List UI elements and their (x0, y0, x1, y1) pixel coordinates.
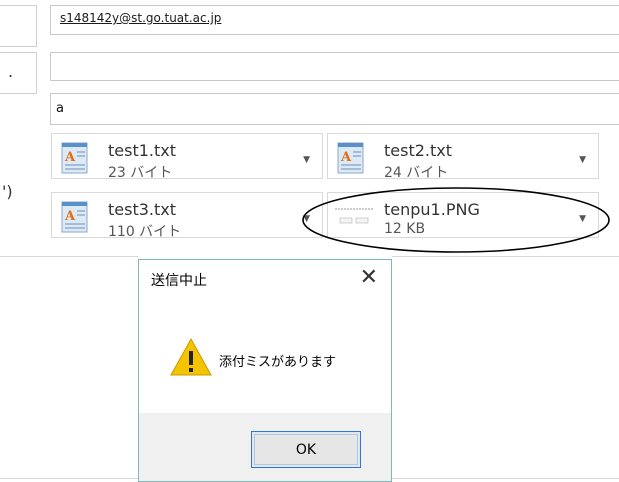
cc-field[interactable] (50, 52, 619, 81)
chevron-down-icon[interactable]: ▼ (579, 155, 586, 165)
divider (392, 256, 619, 257)
recipient-address[interactable]: s148142y@st.go.tuat.ac.jp (60, 11, 221, 25)
warning-icon (170, 337, 212, 376)
attachment-name: test2.txt (384, 141, 453, 160)
cc-label-button[interactable] (0, 52, 37, 94)
to-label-button[interactable] (0, 5, 37, 47)
attachment-size: 23 バイト (108, 165, 173, 181)
highlight-ellipse (302, 187, 610, 253)
attachment-item[interactable]: A test1.txt 23 バイト ▼ (51, 133, 323, 181)
text-document-icon: A (337, 142, 364, 174)
close-icon[interactable]: ✕ (360, 264, 378, 292)
text-document-icon: A (61, 201, 88, 233)
divider (0, 478, 138, 479)
attachment-item[interactable]: A test2.txt 24 バイト ▼ (327, 133, 599, 181)
to-field[interactable]: s148142y@st.go.tuat.ac.jp (50, 5, 619, 35)
text-document-icon: A (61, 142, 88, 174)
dialog-message: 添付ミスがあります (219, 355, 337, 370)
subject-field[interactable]: a (50, 93, 619, 125)
attachment-item[interactable]: A test3.txt 110 バイト ▼ (51, 192, 323, 240)
send-aborted-dialog: 送信中止 ✕ 添付ミスがあります OK (138, 259, 392, 482)
dialog-title: 送信中止 (151, 273, 207, 289)
svg-text:A: A (64, 150, 76, 165)
subject-value: a (56, 101, 64, 116)
svg-text:A: A (340, 150, 352, 165)
attachment-name: test1.txt (108, 141, 177, 160)
ok-button[interactable]: OK (251, 431, 361, 468)
attachment-label-fragment: ') (2, 182, 13, 201)
divider (392, 478, 619, 479)
divider (0, 256, 138, 257)
attachment-size: 110 バイト (108, 224, 182, 240)
attachment-name: test3.txt (108, 200, 177, 219)
cc-label-fragment: . (8, 62, 14, 81)
attachment-size: 24 バイト (384, 165, 449, 181)
svg-text:A: A (64, 209, 76, 224)
chevron-down-icon[interactable]: ▼ (303, 155, 310, 165)
